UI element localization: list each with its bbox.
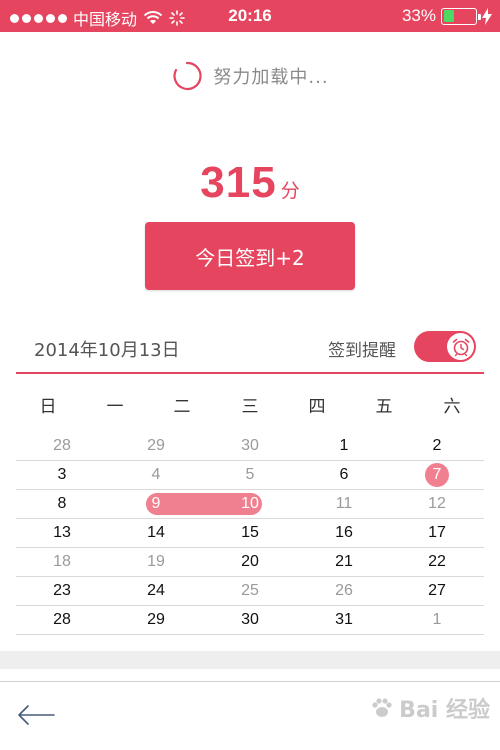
watermark: Bai 经验 (369, 692, 490, 724)
calendar-day[interactable]: 28 (42, 606, 82, 634)
calendar-day[interactable]: 3 (42, 461, 82, 489)
calendar-day[interactable]: 27 (417, 577, 457, 605)
date-row: 2014年10月13日 签到提醒 (0, 328, 500, 368)
calendar-day[interactable]: 30 (230, 606, 270, 634)
loading-indicator: 努力加载中... (0, 60, 500, 92)
weekday-5: 五 (375, 397, 393, 417)
calendar-day[interactable]: 5 (230, 461, 270, 489)
charging-bolt-icon (482, 7, 492, 25)
calendar-day[interactable]: 8 (42, 490, 82, 518)
reminder-label: 签到提醒 (328, 341, 396, 361)
back-arrow-icon[interactable] (16, 700, 56, 730)
calendar-day[interactable]: 1 (324, 432, 364, 460)
calendar-day[interactable]: 19 (136, 548, 176, 576)
calendar-day[interactable]: 6 (324, 461, 364, 489)
weekday-header: 日一二三四五六 (16, 392, 484, 418)
calendar-day[interactable]: 12 (417, 490, 457, 518)
section-separator (0, 651, 500, 669)
calendar-week-row: 28 29 30 1 2 (16, 432, 484, 461)
toggle-knob (447, 333, 474, 360)
weekday-4: 四 (308, 397, 326, 417)
calendar-day[interactable]: 29 (136, 606, 176, 634)
current-date: 2014年10月13日 (34, 340, 180, 361)
calendar-day[interactable]: 7 (417, 461, 457, 489)
status-bar: 中国移动 20:16 33% (0, 0, 500, 32)
alarm-clock-icon (452, 338, 469, 356)
calendar-divider (16, 372, 484, 374)
calendar-day[interactable]: 24 (136, 577, 176, 605)
paw-logo-icon (372, 698, 392, 717)
calendar-day[interactable]: 15 (230, 519, 270, 547)
calendar-day[interactable]: 1 (417, 606, 457, 634)
calendar-day[interactable]: 23 (42, 577, 82, 605)
calendar-day[interactable]: 13 (42, 519, 82, 547)
calendar-week-row: 18 19 20 21 22 (16, 548, 484, 577)
loading-spinner-icon (173, 61, 203, 91)
battery-fill (443, 10, 454, 22)
calendar-week-row: 23 24 25 26 27 (16, 577, 484, 606)
calendar-day[interactable]: 2 (417, 432, 457, 460)
weekday-2: 二 (173, 397, 191, 417)
calendar-day[interactable]: 26 (324, 577, 364, 605)
score-display: 315 分 (0, 158, 500, 208)
weekday-0: 日 (39, 397, 57, 417)
status-right: 33% (402, 6, 492, 26)
calendar-grid: 28 29 30 1 2 3 4 5 6 7 8 9 10 11 12 13 14 15 16 17 18 19 20 21 2… (16, 432, 484, 635)
calendar-day[interactable]: 30 (230, 432, 270, 460)
calendar-day[interactable]: 18 (42, 548, 82, 576)
calendar-day[interactable]: 20 (230, 548, 270, 576)
calendar-day[interactable]: 31 (324, 606, 364, 634)
calendar-day[interactable]: 25 (230, 577, 270, 605)
calendar-day[interactable]: 29 (136, 432, 176, 460)
calendar-week-row: 8 9 10 11 12 (16, 490, 484, 519)
toolbar-divider (0, 681, 500, 682)
calendar-day-marked: 7 (425, 463, 449, 487)
calendar-day[interactable]: 10 (230, 490, 270, 518)
battery-icon (441, 7, 481, 25)
watermark-text: Bai 经验 (399, 698, 490, 723)
calendar-day[interactable]: 16 (324, 519, 364, 547)
calendar-week-row: 3 4 5 6 7 (16, 461, 484, 490)
score-unit: 分 (280, 180, 300, 202)
weekday-3: 三 (241, 397, 259, 417)
calendar-day[interactable]: 28 (42, 432, 82, 460)
score-value: 315 (200, 158, 277, 207)
checkin-button[interactable]: 今日签到+2 (145, 222, 355, 290)
weekday-1: 一 (106, 397, 124, 417)
calendar-day[interactable]: 21 (324, 548, 364, 576)
calendar-day[interactable]: 9 (136, 490, 176, 518)
calendar-day[interactable]: 4 (136, 461, 176, 489)
battery-percent: 33% (401, 6, 436, 25)
loading-text: 努力加载中... (213, 67, 329, 88)
calendar-day[interactable]: 22 (417, 548, 457, 576)
calendar-week-row: 28 29 30 31 1 (16, 606, 484, 635)
calendar-week-row: 13 14 15 16 17 (16, 519, 484, 548)
calendar-day[interactable]: 17 (417, 519, 457, 547)
calendar-day[interactable]: 11 (324, 490, 364, 518)
calendar-day[interactable]: 14 (136, 519, 176, 547)
weekday-6: 六 (443, 397, 461, 417)
reminder-toggle[interactable] (414, 331, 476, 362)
